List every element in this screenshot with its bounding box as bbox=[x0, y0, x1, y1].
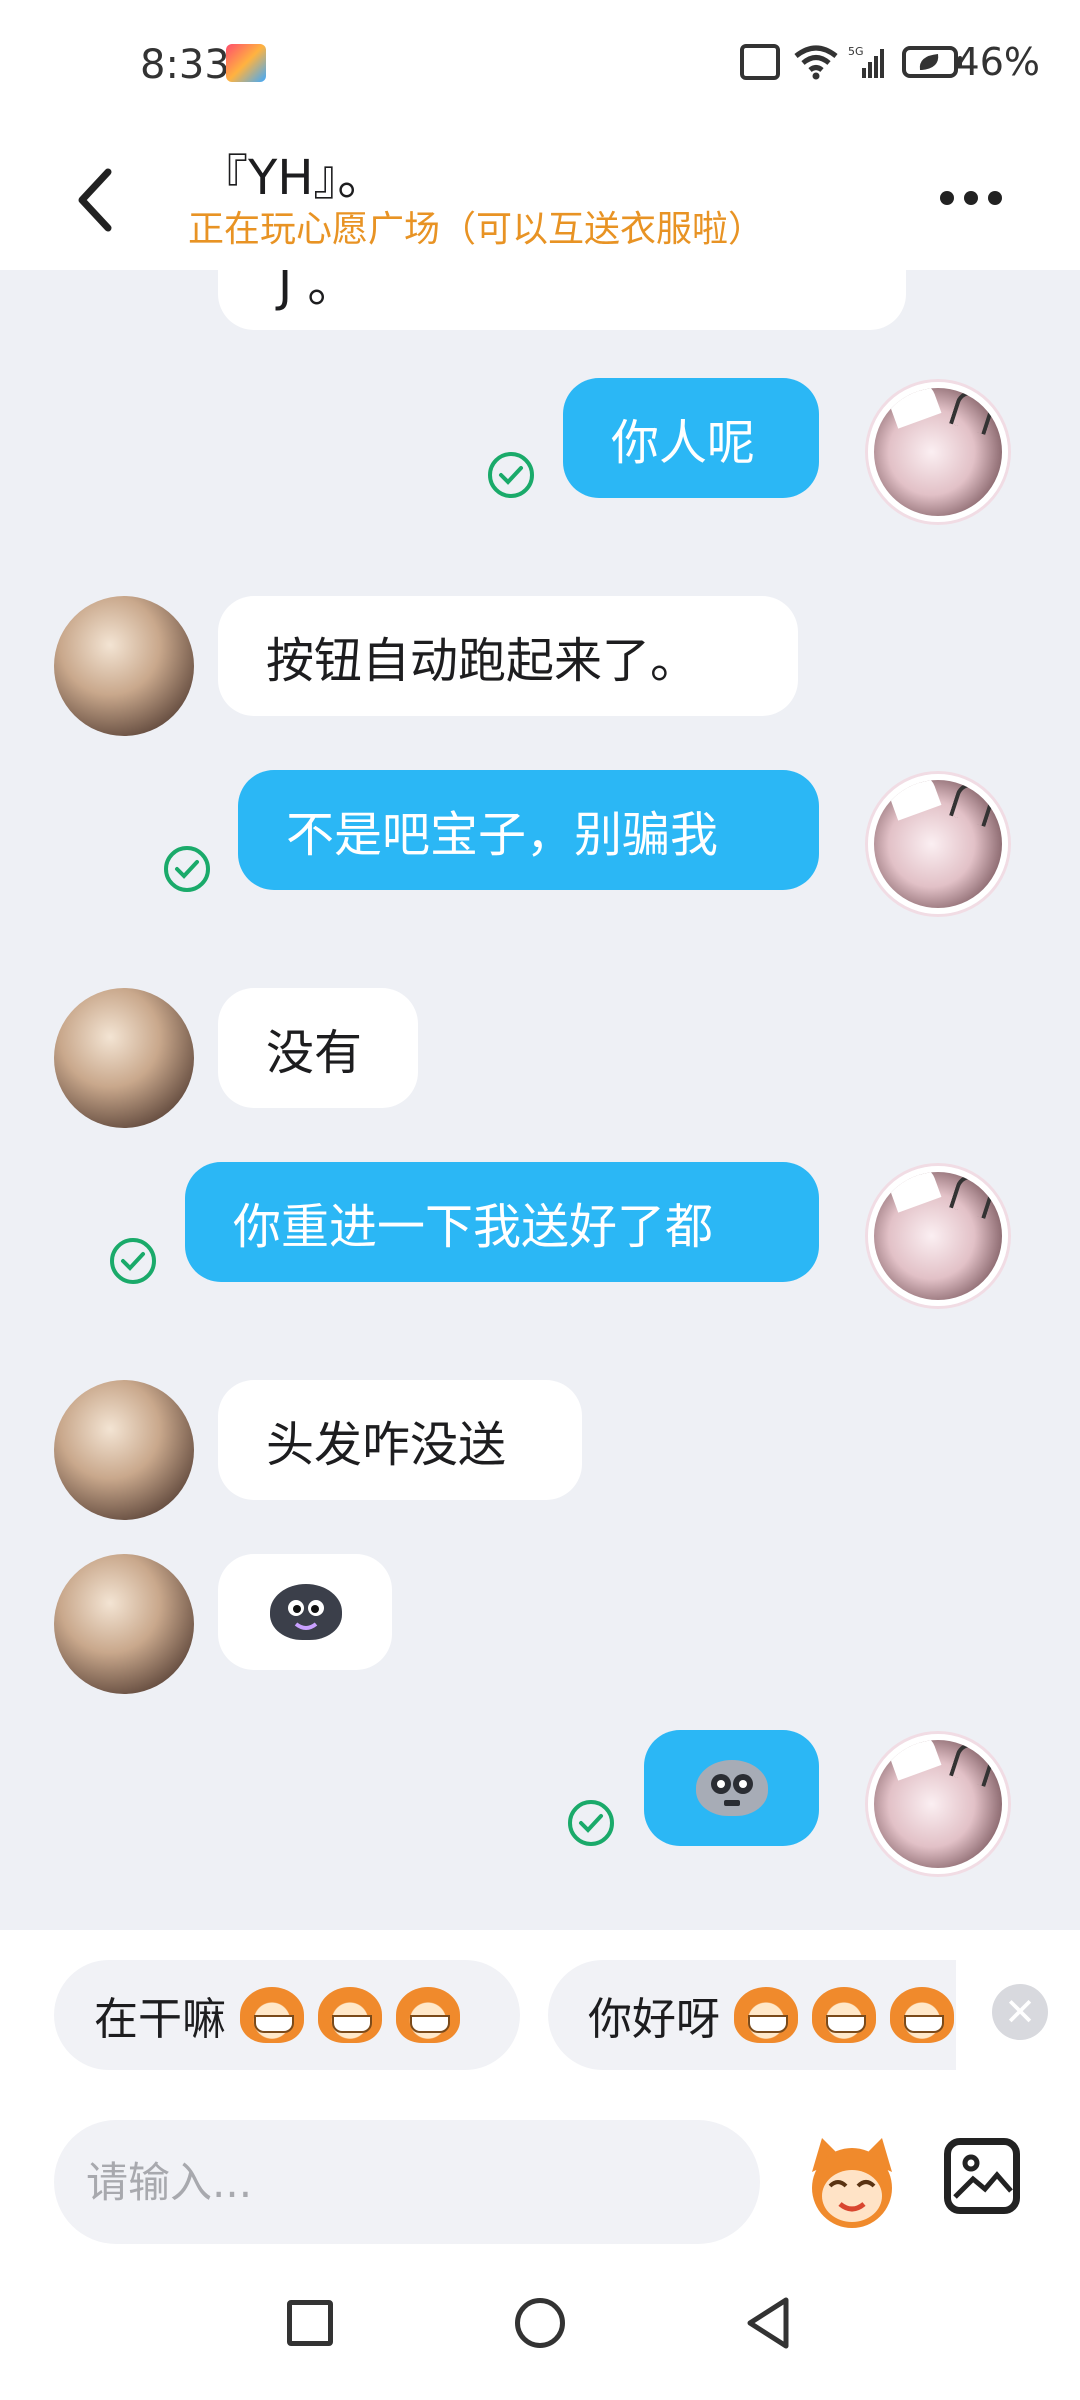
vibrate-icon bbox=[739, 44, 780, 80]
message-text: J 。 bbox=[278, 270, 356, 313]
message-list[interactable]: J 。 你人呢 按钮自动跑起来了。 不是吧宝子，别骗我 没有 你重进一下我送好了… bbox=[0, 270, 1080, 1930]
grinning-monkey-emoji bbox=[396, 1987, 460, 2043]
read-check-icon bbox=[486, 450, 536, 500]
message-text: 按钮自动跑起来了。 bbox=[266, 633, 699, 689]
quick-reply-bar: 在干嘛 你好呀 ✕ bbox=[0, 1930, 1080, 2120]
battery-icon bbox=[901, 44, 962, 80]
read-check-icon bbox=[162, 844, 212, 894]
quick-reply-text: 你好呀 bbox=[588, 1994, 720, 2045]
contact-avatar[interactable] bbox=[54, 596, 194, 736]
signal-icon: 5G bbox=[848, 44, 888, 80]
recent-apps-icon[interactable] bbox=[287, 2300, 333, 2346]
system-nav-bar bbox=[0, 2270, 1080, 2400]
quick-reply-text: 在干嘛 bbox=[94, 1994, 226, 2045]
input-bar bbox=[0, 2120, 1080, 2270]
wide-eyed-monkey-emoji bbox=[734, 1987, 798, 2043]
read-check-icon bbox=[566, 1798, 616, 1848]
read-check-icon bbox=[108, 1236, 158, 1286]
battery-percent: 46% bbox=[955, 40, 1040, 84]
message-input[interactable] bbox=[54, 2120, 760, 2244]
contact-avatar[interactable] bbox=[54, 988, 194, 1128]
message-bubble-incoming[interactable]: J 。 bbox=[218, 270, 906, 330]
back-arrow-icon[interactable] bbox=[66, 160, 126, 240]
my-avatar[interactable] bbox=[868, 1734, 1008, 1874]
grey-skull-face-sticker bbox=[696, 1760, 768, 1816]
dark-blob-face-sticker bbox=[270, 1584, 342, 1640]
message-bubble-incoming[interactable]: 没有 bbox=[218, 988, 418, 1108]
grinning-monkey-emoji bbox=[318, 1987, 382, 2043]
app-notification-icon bbox=[226, 44, 266, 82]
wide-eyed-monkey-emoji bbox=[812, 1987, 876, 2043]
message-text: 不是吧宝子，别骗我 bbox=[286, 807, 719, 863]
message-bubble-outgoing[interactable]: 不是吧宝子，别骗我 bbox=[238, 770, 819, 890]
message-bubble-incoming-sticker[interactable] bbox=[218, 1554, 392, 1670]
nav-back-icon[interactable] bbox=[744, 2296, 794, 2350]
message-text: 你人呢 bbox=[611, 415, 756, 471]
message-bubble-incoming[interactable]: 按钮自动跑起来了。 bbox=[218, 596, 798, 716]
home-icon[interactable] bbox=[515, 2298, 565, 2348]
wifi-icon bbox=[793, 44, 838, 80]
message-text: 没有 bbox=[266, 1025, 363, 1081]
more-options-icon[interactable] bbox=[940, 178, 1010, 218]
wide-eyed-monkey-emoji bbox=[890, 1987, 954, 2043]
grinning-monkey-emoji bbox=[240, 1987, 304, 2043]
close-quick-replies-icon[interactable]: ✕ bbox=[992, 1984, 1048, 2040]
contact-avatar[interactable] bbox=[54, 1380, 194, 1520]
network-type-label: 5G bbox=[848, 45, 864, 58]
quick-reply-chip[interactable]: 你好呀 bbox=[548, 1960, 956, 2070]
message-bubble-outgoing[interactable]: 你人呢 bbox=[563, 378, 819, 498]
message-bubble-outgoing[interactable]: 你重进一下我送好了都 bbox=[185, 1162, 819, 1282]
message-bubble-incoming[interactable]: 头发咋没送 bbox=[218, 1380, 582, 1500]
quick-reply-chip[interactable]: 在干嘛 bbox=[54, 1960, 520, 2070]
my-avatar[interactable] bbox=[868, 1166, 1008, 1306]
chat-header: 『YH』。 正在玩心愿广场（可以互送衣服啦） bbox=[0, 130, 1080, 270]
contact-avatar[interactable] bbox=[54, 1554, 194, 1694]
my-avatar[interactable] bbox=[868, 774, 1008, 914]
status-icons: 5G 46% bbox=[739, 40, 1040, 84]
message-text: 头发咋没送 bbox=[266, 1417, 507, 1473]
contact-name: 『YH』。 bbox=[200, 150, 386, 206]
message-text: 你重进一下我送好了都 bbox=[233, 1199, 714, 1255]
message-bubble-outgoing-sticker[interactable] bbox=[644, 1730, 819, 1846]
my-avatar[interactable] bbox=[868, 382, 1008, 522]
contact-activity-status[interactable]: 正在玩心愿广场（可以互送衣服啦） bbox=[188, 200, 764, 252]
sticker-icon[interactable] bbox=[800, 2132, 904, 2232]
status-bar: 8:33 5G 46% bbox=[0, 0, 1080, 130]
image-picker-icon[interactable] bbox=[944, 2138, 1020, 2214]
status-time: 8:33 bbox=[140, 42, 230, 88]
